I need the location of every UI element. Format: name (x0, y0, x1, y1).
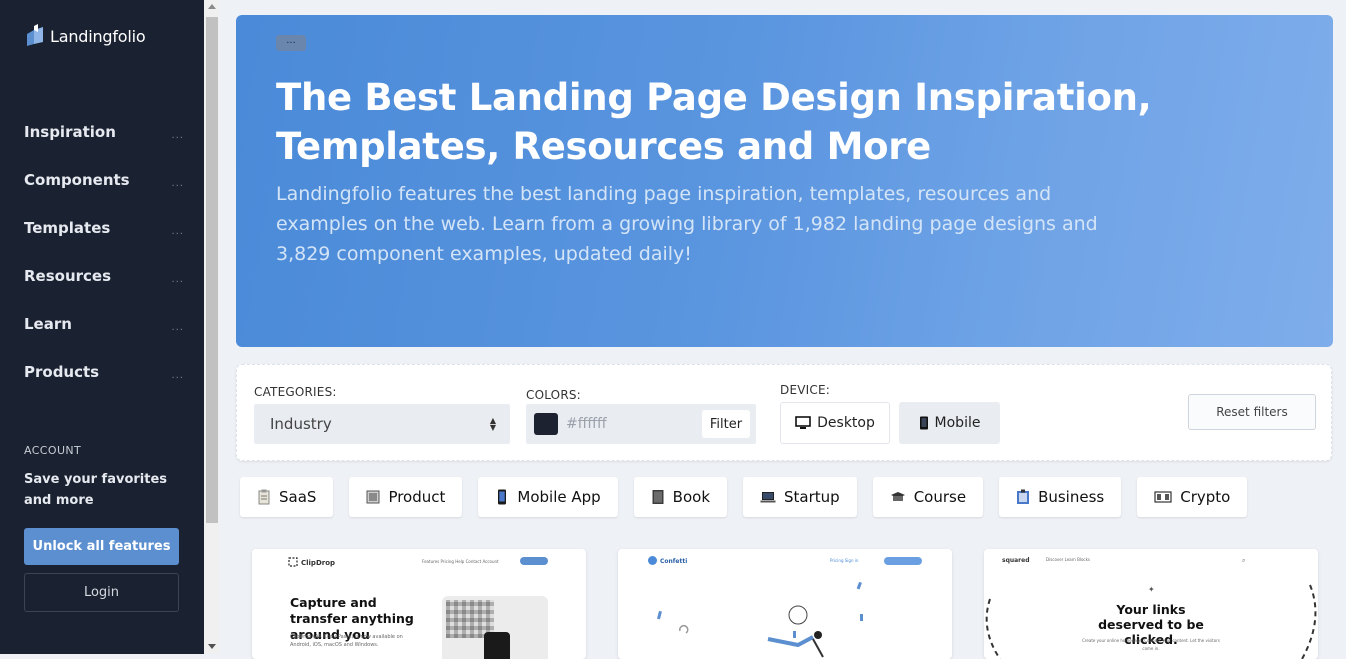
device-mobile-button[interactable]: Mobile (899, 402, 1000, 444)
clipboard-icon (258, 489, 270, 505)
scrollbar[interactable] (204, 0, 219, 654)
card-cta (884, 557, 922, 565)
select-arrows-icon: ▲ ▼ (489, 416, 496, 432)
chip-mobile-app[interactable]: Mobile App (478, 477, 618, 517)
sidebar: Landingfolio Inspiration ... Components … (0, 0, 204, 654)
landing-card-squared[interactable]: squared Discover Learn Blocks ⌕ ✦ Your l… (984, 549, 1318, 659)
more-dots-icon: ... (171, 225, 184, 237)
account-description: Save your favorites and more (24, 472, 168, 508)
unlock-all-features-button[interactable]: Unlock all features (24, 528, 179, 565)
sidebar-item-resources[interactable]: Resources ... (24, 252, 184, 300)
phone-icon (498, 489, 507, 505)
color-swatch[interactable] (534, 413, 558, 435)
sidebar-item-components[interactable]: Components ... (24, 156, 184, 204)
sidebar-item-label: Inspiration (24, 123, 116, 141)
categories-selected-value: Industry (270, 415, 332, 433)
sidebar-item-templates[interactable]: Templates ... (24, 204, 184, 252)
chip-label: Product (388, 488, 446, 506)
card-arc-decoration (985, 584, 1317, 659)
card-brand: ClipDrop (301, 559, 336, 567)
sidebar-item-label: Products (24, 363, 100, 381)
card-subtext: ClipDrop (AR Copy-Paste) is now availabl… (290, 634, 403, 648)
hero-badge: ... (276, 35, 306, 51)
chip-label: Course (913, 488, 967, 506)
sidebar-nav: Inspiration ... Components ... Templates… (24, 108, 184, 396)
scrollbar-thumb[interactable] (206, 17, 218, 523)
briefcase-icon (1017, 489, 1030, 504)
scroll-up-arrow-icon[interactable] (208, 4, 216, 9)
confetti-illustration (656, 581, 863, 658)
chip-course[interactable]: Course (872, 477, 984, 517)
more-dots-icon: ... (171, 369, 184, 381)
product-icon (366, 490, 380, 504)
card-brand: Confetti (660, 558, 688, 565)
scroll-down-arrow-icon[interactable] (208, 644, 216, 649)
sidebar-item-label: Learn (24, 315, 72, 333)
filter-panel: CATEGORIES: Industry ▲ ▼ COLORS: #ffffff … (236, 364, 1332, 461)
sidebar-item-products[interactable]: Products ... (24, 348, 184, 396)
card-brand: squared (1002, 557, 1030, 564)
hero-banner: ... The Best Landing Page Design Inspira… (236, 15, 1333, 347)
colors-label: COLORS: (526, 388, 581, 402)
hero-title: The Best Landing Page Design Inspiration… (276, 76, 1152, 168)
landing-card-confetti[interactable]: Confetti Pricing Sign in (618, 549, 952, 659)
account-section: ACCOUNT Save your favorites and more (24, 444, 184, 511)
card-nav: Pricing Sign in (830, 558, 859, 563)
hero-description: Landingfolio features the best landing p… (276, 183, 1098, 265)
crypto-icon (1154, 491, 1172, 503)
chip-saas[interactable]: SaaS (240, 477, 334, 517)
card-nav: Discover Learn Blocks (1046, 557, 1091, 562)
color-filter: #ffffff Filter (526, 404, 756, 444)
more-dots-icon: ... (171, 321, 184, 333)
course-icon (890, 492, 905, 501)
chip-label: Book (672, 488, 711, 506)
chip-crypto[interactable]: Crypto (1137, 477, 1248, 517)
more-dots-icon: ... (171, 177, 184, 189)
device-label: DEVICE: (780, 383, 830, 397)
chip-label: SaaS (279, 488, 317, 506)
brand-logo[interactable]: Landingfolio (24, 24, 146, 48)
chip-label: Mobile App (517, 488, 601, 506)
card-search-icon: ⌕ (1242, 557, 1246, 564)
category-chips: SaaS Product Mobile App Book Startup Cou… (240, 477, 1248, 517)
landingfolio-logo-icon (24, 24, 46, 48)
sidebar-item-label: Components (24, 171, 130, 189)
mobile-label: Mobile (934, 415, 981, 431)
brand-name: Landingfolio (50, 26, 146, 46)
landing-card-clipdrop[interactable]: ClipDrop Features Pricing Help Contact A… (252, 549, 586, 659)
more-dots-icon: ... (171, 129, 184, 141)
reset-filters-button[interactable]: Reset filters (1188, 394, 1316, 430)
chip-product[interactable]: Product (349, 477, 463, 517)
desktop-icon (795, 416, 811, 429)
clipdrop-logo-icon (288, 557, 298, 567)
card-phone (484, 632, 510, 659)
sidebar-item-learn[interactable]: Learn ... (24, 300, 184, 348)
laptop-icon (760, 492, 776, 503)
card-preview-image (442, 596, 548, 659)
color-input[interactable]: #ffffff (566, 416, 607, 432)
categories-label: CATEGORIES: (254, 385, 337, 399)
sidebar-item-label: Templates (24, 219, 111, 237)
desktop-label: Desktop (817, 415, 875, 431)
sidebar-item-inspiration[interactable]: Inspiration ... (24, 108, 184, 156)
sidebar-item-label: Resources (24, 267, 112, 285)
card-nav: Features Pricing Help Contact Account (422, 559, 499, 564)
card-cta (520, 557, 548, 565)
confetti-logo-icon (648, 556, 657, 565)
account-heading: ACCOUNT (24, 444, 82, 457)
color-filter-button[interactable]: Filter (702, 410, 750, 438)
chip-label: Crypto (1180, 488, 1231, 506)
chip-business[interactable]: Business (999, 477, 1122, 517)
chip-label: Business (1038, 488, 1105, 506)
chip-book[interactable]: Book (633, 477, 728, 517)
chip-startup[interactable]: Startup (743, 477, 857, 517)
categories-select[interactable]: Industry ▲ ▼ (254, 404, 510, 444)
chip-label: Startup (784, 488, 840, 506)
book-icon (652, 490, 664, 504)
login-button[interactable]: Login (24, 573, 179, 612)
more-dots-icon: ... (171, 273, 184, 285)
device-desktop-button[interactable]: Desktop (780, 402, 890, 444)
mobile-icon (919, 416, 928, 430)
